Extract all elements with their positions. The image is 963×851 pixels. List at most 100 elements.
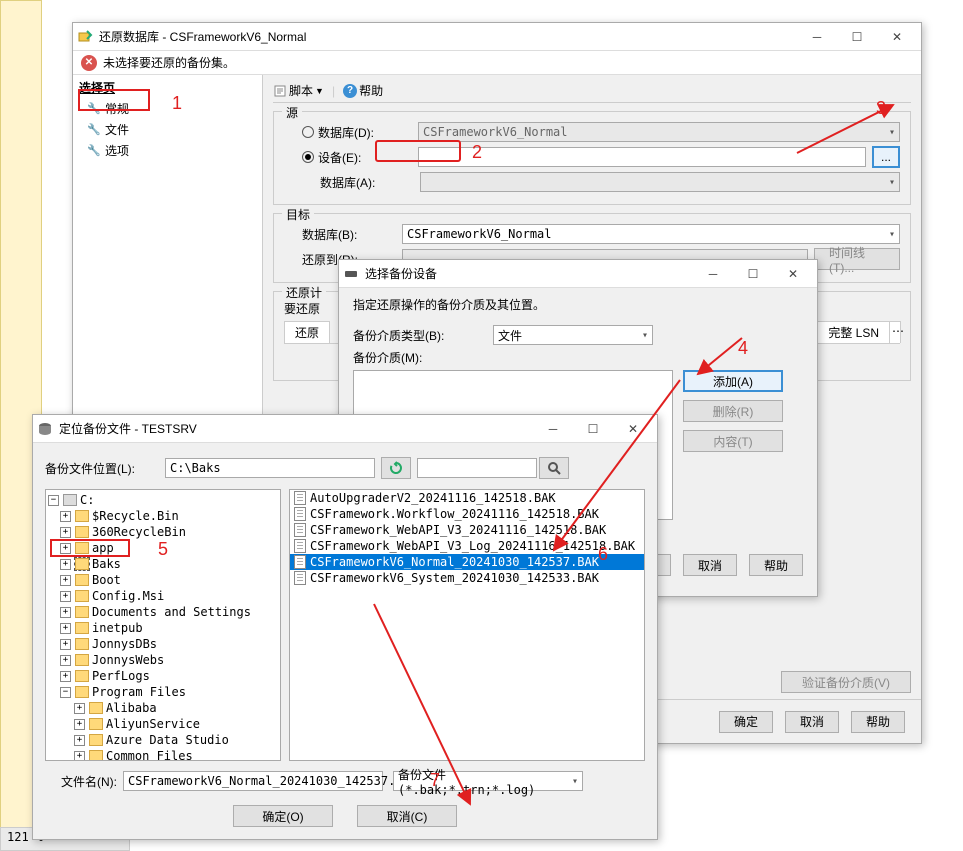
locate-titlebar: 定位备份文件 - TESTSRV ─ ☐ ✕ [33, 415, 657, 443]
source-db-combo[interactable]: CSFrameworkV6_Normal ▾ [418, 122, 900, 142]
chevron-down-icon: ▾ [572, 776, 578, 787]
maximize-button[interactable]: ☐ [573, 416, 613, 442]
add-media-button[interactable]: 添加(A) [683, 370, 783, 392]
label-database-b: 数据库(B): [302, 226, 402, 243]
tree-item[interactable]: +Documents and Settings [48, 604, 278, 620]
col-more[interactable]: ⋯ [889, 321, 901, 343]
browse-device-button[interactable]: ... [872, 146, 900, 168]
tree-item[interactable]: +Config.Msi [48, 588, 278, 604]
tree-item[interactable]: +Boot [48, 572, 278, 588]
tree-item[interactable]: +PerfLogs [48, 668, 278, 684]
file-name: CSFramework_WebAPI_V3_20241116_142518.BA… [310, 523, 606, 537]
nav-label-files: 文件 [105, 121, 129, 138]
error-icon: ✕ [81, 55, 97, 71]
help-label: 帮助 [359, 82, 383, 99]
tree-item[interactable]: +Alibaba [48, 700, 278, 716]
media-type-value: 文件 [498, 327, 522, 344]
file-name: CSFramework_WebAPI_V3_Log_20241116_14251… [310, 539, 635, 553]
tree-item[interactable]: +Azure Data Studio [48, 732, 278, 748]
device-help-button[interactable]: 帮助 [749, 554, 803, 576]
radio-database[interactable] [302, 126, 314, 138]
file-item[interactable]: CSFrameworkV6_Normal_20241030_142537.BAK [290, 554, 644, 570]
search-button[interactable] [539, 457, 569, 479]
verify-media-button[interactable]: 验证备份介质(V) [781, 671, 911, 693]
col-lsn[interactable]: 完整 LSN [817, 321, 890, 343]
restore-cancel-button[interactable]: 取消 [785, 711, 839, 733]
annotation-5: 5 [158, 539, 168, 560]
search-field[interactable] [417, 458, 537, 478]
file-item[interactable]: CSFramework_WebAPI_V3_20241116_142518.BA… [290, 522, 644, 538]
tree-item[interactable]: +inetpub [48, 620, 278, 636]
device-path-field[interactable] [418, 147, 866, 167]
maximize-button[interactable]: ☐ [837, 24, 877, 50]
file-icon [294, 539, 306, 553]
restore-icon [77, 29, 93, 45]
tree-item[interactable]: +360RecycleBin [48, 524, 278, 540]
refresh-button[interactable] [381, 457, 411, 479]
wrench-icon: 🔧 [87, 123, 101, 136]
file-list[interactable]: AutoUpgraderV2_20241116_142518.BAKCSFram… [289, 489, 645, 761]
device-titlebar: 选择备份设备 ─ ☐ ✕ [339, 260, 817, 288]
file-item[interactable]: AutoUpgraderV2_20241116_142518.BAK [290, 490, 644, 506]
media-type-combo[interactable]: 文件 ▾ [493, 325, 653, 345]
script-dropdown[interactable]: 脚本 ▼ [273, 82, 324, 99]
annotation-4: 4 [738, 338, 748, 359]
content-toolbar: 脚本 ▼ | ? 帮助 [273, 79, 911, 103]
col-restore[interactable]: 还原 [284, 321, 330, 343]
restore-help-button[interactable]: 帮助 [851, 711, 905, 733]
filename-label: 文件名(N): [45, 773, 123, 790]
locate-cancel-button[interactable]: 取消(C) [357, 805, 457, 827]
file-icon [294, 507, 306, 521]
tree-item[interactable]: +JonnysWebs [48, 652, 278, 668]
annotation-6: 6 [598, 544, 608, 565]
file-item[interactable]: CSFrameworkV6_System_20241030_142533.BAK [290, 570, 644, 586]
target-db-combo[interactable]: CSFrameworkV6_Normal ▾ [402, 224, 900, 244]
help-button[interactable]: ? 帮助 [343, 82, 383, 99]
close-button[interactable]: ✕ [877, 24, 917, 50]
plan-legend: 还原计 [282, 284, 326, 301]
source-dba-combo[interactable]: ▾ [420, 172, 900, 192]
disk-icon [37, 421, 53, 437]
file-item[interactable]: CSFramework.Workflow_20241116_142518.BAK [290, 506, 644, 522]
radio-device[interactable] [302, 151, 314, 163]
locate-ok-button[interactable]: 确定(O) [233, 805, 333, 827]
filename-field[interactable]: CSFrameworkV6_Normal_20241030_142537.BAK [123, 771, 383, 791]
file-name: CSFrameworkV6_Normal_20241030_142537.BAK [310, 555, 599, 569]
file-icon [294, 523, 306, 537]
target-legend: 目标 [282, 206, 314, 223]
source-groupbox: 源 数据库(D): CSFrameworkV6_Normal ▾ 设备(E): … [273, 111, 911, 205]
close-button[interactable]: ✕ [613, 416, 653, 442]
path-field[interactable]: C:\Baks [165, 458, 375, 478]
tree-root[interactable]: −C: [48, 492, 278, 508]
nav-item-options[interactable]: 🔧选项 [73, 140, 262, 161]
minimize-button[interactable]: ─ [693, 261, 733, 287]
file-name: CSFramework.Workflow_20241116_142518.BAK [310, 507, 599, 521]
source-legend: 源 [282, 104, 302, 121]
tree-item[interactable]: +$Recycle.Bin [48, 508, 278, 524]
file-item[interactable]: CSFramework_WebAPI_V3_Log_20241116_14251… [290, 538, 644, 554]
minimize-button[interactable]: ─ [797, 24, 837, 50]
file-filter-combo[interactable]: 备份文件(*.bak;*.trn;*.log) ▾ [393, 771, 583, 791]
maximize-button[interactable]: ☐ [733, 261, 773, 287]
nav-item-files[interactable]: 🔧 文件 [73, 119, 262, 140]
tree-item[interactable]: −Program Files [48, 684, 278, 700]
remove-media-button[interactable]: 删除(R) [683, 400, 783, 422]
file-icon [294, 491, 306, 505]
annotation-3: 3 [876, 98, 886, 119]
script-label: 脚本 [289, 82, 313, 99]
device-cancel-button[interactable]: 取消 [683, 554, 737, 576]
error-bar: ✕ 未选择要还原的备份集。 [73, 51, 921, 75]
script-icon [273, 84, 287, 98]
refresh-icon [389, 461, 403, 475]
minimize-button[interactable]: ─ [533, 416, 573, 442]
restore-ok-button[interactable]: 确定 [719, 711, 773, 733]
close-button[interactable]: ✕ [773, 261, 813, 287]
tree-item[interactable]: +AliyunService [48, 716, 278, 732]
tree-item[interactable]: +Common Files [48, 748, 278, 761]
folder-tree[interactable]: −C:+$Recycle.Bin+360RecycleBin+app+Baks+… [45, 489, 281, 761]
timeline-button[interactable]: 时间线(T)... [814, 248, 900, 270]
contents-button[interactable]: 内容(T) [683, 430, 783, 452]
tree-item[interactable]: +JonnysDBs [48, 636, 278, 652]
source-db-value: CSFrameworkV6_Normal [423, 125, 568, 139]
annotation-1: 1 [172, 93, 182, 114]
